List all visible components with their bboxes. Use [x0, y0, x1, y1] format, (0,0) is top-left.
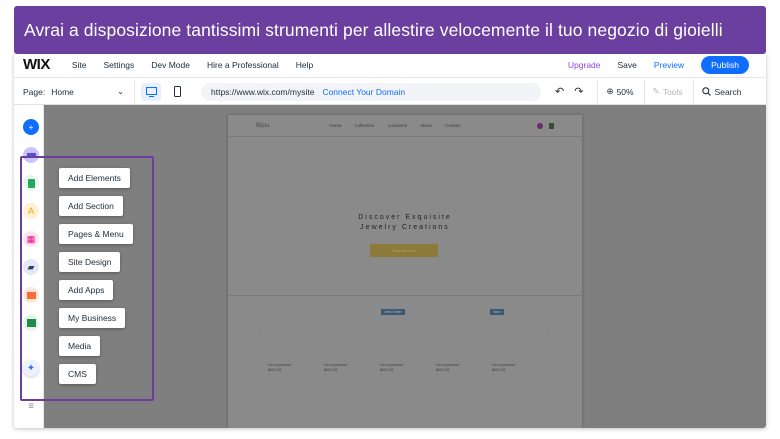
- cart-icon: [549, 122, 554, 129]
- top-menu-bar: WIX Site Settings Dev Mode Hire a Profes…: [14, 52, 766, 78]
- page-selector[interactable]: Page: Home ⌄: [23, 79, 135, 104]
- site-url-bar[interactable]: https://www.wix.com/mysite Connect Your …: [201, 82, 541, 101]
- site-nav-item: Home: [329, 123, 342, 128]
- new-tag: New: [490, 309, 504, 315]
- product-card: I'm a product ₪25.00: [436, 362, 476, 372]
- add-elements-icon[interactable]: +: [23, 119, 39, 135]
- menu-site[interactable]: Site: [72, 60, 87, 70]
- product-price: ₪25.00: [268, 367, 282, 372]
- site-nav-item: Contact: [444, 123, 461, 128]
- site-design-button[interactable]: Site Design: [59, 252, 121, 272]
- menu-dev-mode[interactable]: Dev Mode: [151, 60, 190, 70]
- hero-title-line2: Jewelry Creations: [360, 224, 450, 231]
- pages-menu-button[interactable]: Pages & Menu: [59, 224, 133, 244]
- desktop-view-button[interactable]: [141, 82, 161, 101]
- product-card: I'm a product ₪25.00: [268, 362, 308, 372]
- search-label: Search: [714, 86, 742, 97]
- publish-button[interactable]: Publish: [701, 55, 749, 74]
- site-header: Bijou Home Collection Locations About Co…: [228, 115, 582, 137]
- upgrade-link[interactable]: Upgrade: [568, 60, 601, 70]
- wix-editor-window: WIX Site Settings Dev Mode Hire a Profes…: [14, 52, 766, 428]
- my-business-button[interactable]: My Business: [59, 308, 126, 328]
- zoom-icon: ⊕: [606, 86, 614, 96]
- preview-button[interactable]: Preview: [654, 60, 684, 70]
- add-section-button[interactable]: Add Section: [59, 196, 123, 216]
- mobile-view-button[interactable]: [167, 83, 187, 101]
- carousel-prev-icon: ‹: [259, 331, 261, 337]
- search-button[interactable]: Search: [692, 79, 742, 104]
- menu-hire-professional[interactable]: Hire a Professional: [207, 60, 279, 70]
- product-price: ₪25.00: [492, 367, 506, 372]
- caption-banner: Avrai a disposizione tantissimi strument…: [14, 6, 766, 54]
- page-label: Page:: [23, 86, 46, 97]
- account-icon: [537, 122, 543, 129]
- product-price: ₪25.00: [324, 367, 338, 372]
- media-button[interactable]: Media: [59, 336, 101, 356]
- product-card: I'm a product ₪25.00: [380, 362, 420, 372]
- product-price: ₪25.00: [380, 367, 394, 372]
- hero-title: Discover Exquisite Jewelry Creations: [228, 213, 582, 233]
- hero-section: Discover Exquisite Jewelry Creations Exp…: [228, 138, 582, 288]
- tools-button[interactable]: ✎ Tools: [643, 79, 683, 104]
- desktop-icon: [145, 86, 157, 97]
- top-actions: Upgrade Save Preview Publish: [568, 55, 766, 74]
- hero-explore-button: Explore Now: [370, 244, 438, 257]
- cms-button[interactable]: CMS: [59, 364, 96, 384]
- undo-icon[interactable]: ↶: [555, 85, 564, 98]
- add-elements-button[interactable]: Add Elements: [59, 168, 130, 188]
- products-section: Best Seller New ‹ › I'm a product ₪25.00 …: [228, 295, 582, 428]
- site-nav-item: Locations: [387, 123, 407, 128]
- zoom-value: 50%: [616, 86, 634, 97]
- zoom-control[interactable]: ⊕ 50%: [597, 79, 634, 104]
- redo-icon[interactable]: ↷: [574, 85, 583, 98]
- chevron-down-icon: ⌄: [117, 87, 124, 96]
- best-seller-tag: Best Seller: [381, 309, 405, 315]
- search-icon: [701, 87, 711, 96]
- add-apps-button[interactable]: Add Apps: [59, 280, 114, 300]
- undo-redo-group: ↶ ↷: [555, 85, 583, 98]
- mobile-icon: [173, 86, 181, 97]
- site-logo: Bijou: [256, 122, 270, 129]
- site-nav: Home Collection Locations About Contact: [329, 123, 472, 128]
- banner-text: Avrai a disposizione tantissimi strument…: [24, 19, 723, 40]
- menu-help[interactable]: Help: [296, 60, 313, 70]
- site-nav-item: Collection: [354, 123, 375, 128]
- product-price: ₪25.00: [436, 367, 450, 372]
- page-value: Home: [51, 86, 74, 97]
- site-nav-item: About: [419, 123, 432, 128]
- editor-toolbar: Page: Home ⌄ https://www.wix.com/mysite …: [14, 79, 766, 105]
- tools-label: Tools: [662, 86, 683, 97]
- site-preview[interactable]: Bijou Home Collection Locations About Co…: [228, 115, 582, 428]
- save-button[interactable]: Save: [618, 60, 637, 70]
- menu-settings[interactable]: Settings: [104, 60, 135, 70]
- wix-logo[interactable]: WIX: [23, 56, 50, 73]
- connect-domain-link[interactable]: Connect Your Domain: [322, 87, 405, 97]
- carousel-next-icon: ›: [548, 331, 550, 337]
- site-header-icons: [537, 122, 554, 129]
- product-card: I'm a product ₪25.00: [324, 362, 364, 372]
- product-card: I'm a product ₪25.00: [492, 362, 532, 372]
- tools-icon: ✎: [652, 86, 660, 96]
- hero-title-line1: Discover Exquisite: [358, 214, 452, 221]
- site-url: https://www.wix.com/mysite: [211, 86, 315, 97]
